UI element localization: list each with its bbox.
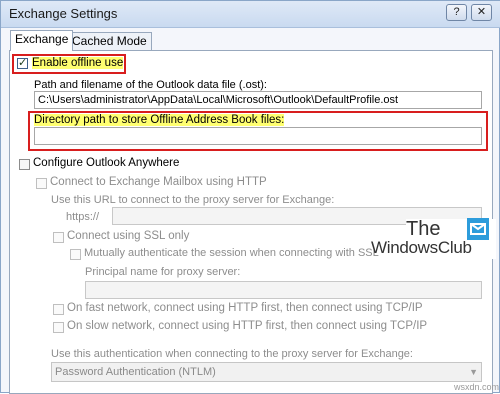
auth-method-value: Password Authentication (NTLM) <box>55 366 216 378</box>
ssl-only-label: Connect using SSL only <box>67 230 190 242</box>
url-prefix-label: https:// <box>66 211 100 223</box>
auth-method-label: Use this authentication when connecting … <box>51 348 413 360</box>
title-bar: Exchange Settings ? ✕ <box>1 1 500 28</box>
logo-line2: WindowsClub <box>371 238 472 257</box>
connect-http-label: Connect to Exchange Mailbox using HTTP <box>50 176 267 188</box>
configure-anywhere-checkbox[interactable] <box>19 159 30 170</box>
fast-network-label: On fast network, connect using HTTP firs… <box>67 302 423 314</box>
oab-path-field[interactable] <box>34 127 482 145</box>
enable-offline-checkbox[interactable] <box>17 56 28 69</box>
tab-cached-mode[interactable]: Cached Mode <box>67 32 152 50</box>
connect-http-checkbox[interactable] <box>36 178 47 189</box>
mutual-auth-checkbox[interactable] <box>70 249 81 260</box>
oab-path-label: Directory path to store Offline Address … <box>34 114 285 126</box>
ost-path-field[interactable]: C:\Users\administrator\AppData\Local\Mic… <box>34 91 482 109</box>
ssl-only-checkbox[interactable] <box>53 232 64 243</box>
exchange-settings-dialog: Exchange Settings ? ✕ Exchange Cached Mo… <box>0 0 500 394</box>
mutual-auth-label: Mutually authenticate the session when c… <box>84 247 379 259</box>
chevron-down-icon: ▼ <box>469 367 478 377</box>
slow-network-label: On slow network, connect using HTTP firs… <box>67 320 428 332</box>
principal-name-label: Principal name for proxy server: <box>85 266 241 278</box>
logo-line1: The <box>406 218 441 240</box>
principal-name-field[interactable] <box>85 281 482 299</box>
auth-method-dropdown[interactable]: Password Authentication (NTLM) ▼ <box>51 362 482 382</box>
close-button[interactable]: ✕ <box>471 4 492 21</box>
windowsclub-logo-icon <box>467 218 489 240</box>
ost-path-label: Path and filename of the Outlook data fi… <box>34 79 267 91</box>
watermark: wsxdn.com <box>454 382 500 392</box>
proxy-url-label: Use this URL to connect to the proxy ser… <box>51 194 335 206</box>
configure-anywhere-label: Configure Outlook Anywhere <box>33 157 180 169</box>
window-title: Exchange Settings <box>9 6 118 21</box>
help-button[interactable]: ? <box>446 4 467 21</box>
enable-offline-label: Enable offline use <box>32 57 124 69</box>
slow-network-checkbox[interactable] <box>53 322 64 333</box>
tab-exchange[interactable]: Exchange <box>10 30 74 51</box>
fast-network-checkbox[interactable] <box>53 304 64 315</box>
